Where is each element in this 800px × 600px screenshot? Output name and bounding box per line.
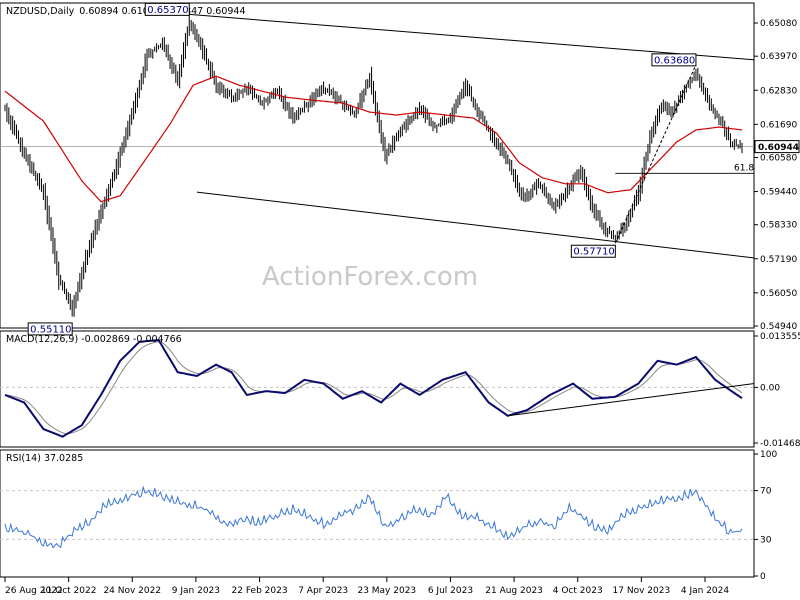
- price-annotation-label: 0.65370: [147, 5, 188, 16]
- price-tick-label: 0.62830: [760, 86, 797, 96]
- price-tick-label: 0.58330: [760, 221, 797, 231]
- macd-tick-label: 0.00: [760, 383, 780, 393]
- rsi-tick-label: 70: [760, 487, 772, 497]
- price-tick-label: 0.61690: [760, 120, 797, 130]
- current-price-label: 0.60944: [758, 143, 799, 153]
- rsi-tick-label: 100: [760, 450, 777, 460]
- x-tick-label: 4 Oct 2023: [553, 586, 603, 596]
- rsi-tick-label: 0: [760, 572, 766, 582]
- x-tick-label: 21 Aug 2023: [485, 586, 543, 596]
- x-tick-label: 22 Feb 2023: [232, 586, 288, 596]
- price-tick-label: 0.60580: [760, 153, 797, 163]
- watermark: ActionForex.com: [262, 262, 478, 292]
- macd-header: MACD(12,26,9) -0.002869 -0.004766: [6, 334, 182, 345]
- chart-canvas: ActionForex.com 61.8 NZDUSD,Daily 0.60894…: [0, 0, 800, 600]
- rsi-tick-label: 30: [760, 535, 772, 545]
- price-tick-label: 0.63970: [760, 52, 797, 62]
- price-annotation-label: 0.57710: [573, 247, 614, 258]
- x-tick-label: 23 May 2023: [357, 586, 416, 596]
- x-tick-label: 9 Jan 2023: [172, 586, 220, 596]
- x-tick-label: 4 Jan 2024: [681, 586, 729, 596]
- rsi-header: RSI(14) 37.0285: [6, 453, 83, 464]
- macd-tick-label: -0.014684: [760, 439, 800, 449]
- price-annotation-label: 0.55110: [30, 324, 71, 335]
- price-tick-label: 0.65080: [760, 19, 797, 29]
- symbol-header: NZDUSD,Daily0.60894 0.61069 0.60847 0.60…: [6, 6, 246, 17]
- fibonacci-level-label: 61.8: [734, 163, 754, 173]
- price-tick-label: 0.54940: [760, 322, 797, 332]
- chart-background: [0, 0, 800, 600]
- x-tick-label: 11 Oct 2022: [41, 586, 97, 596]
- x-tick-label: 7 Apr 2023: [298, 586, 348, 596]
- price-annotation-label: 0.63680: [654, 55, 695, 66]
- price-tick-label: 0.59440: [760, 188, 797, 198]
- x-tick-label: 17 Nov 2023: [613, 586, 671, 596]
- price-tick-label: 0.56050: [760, 289, 797, 299]
- symbol-text: NZDUSD,Daily: [6, 6, 75, 17]
- price-tick-label: 0.57190: [760, 255, 797, 265]
- macd-tick-label: 0.013555: [760, 332, 800, 342]
- x-tick-label: 24 Nov 2022: [103, 586, 161, 596]
- x-tick-label: 6 Jul 2023: [428, 586, 473, 596]
